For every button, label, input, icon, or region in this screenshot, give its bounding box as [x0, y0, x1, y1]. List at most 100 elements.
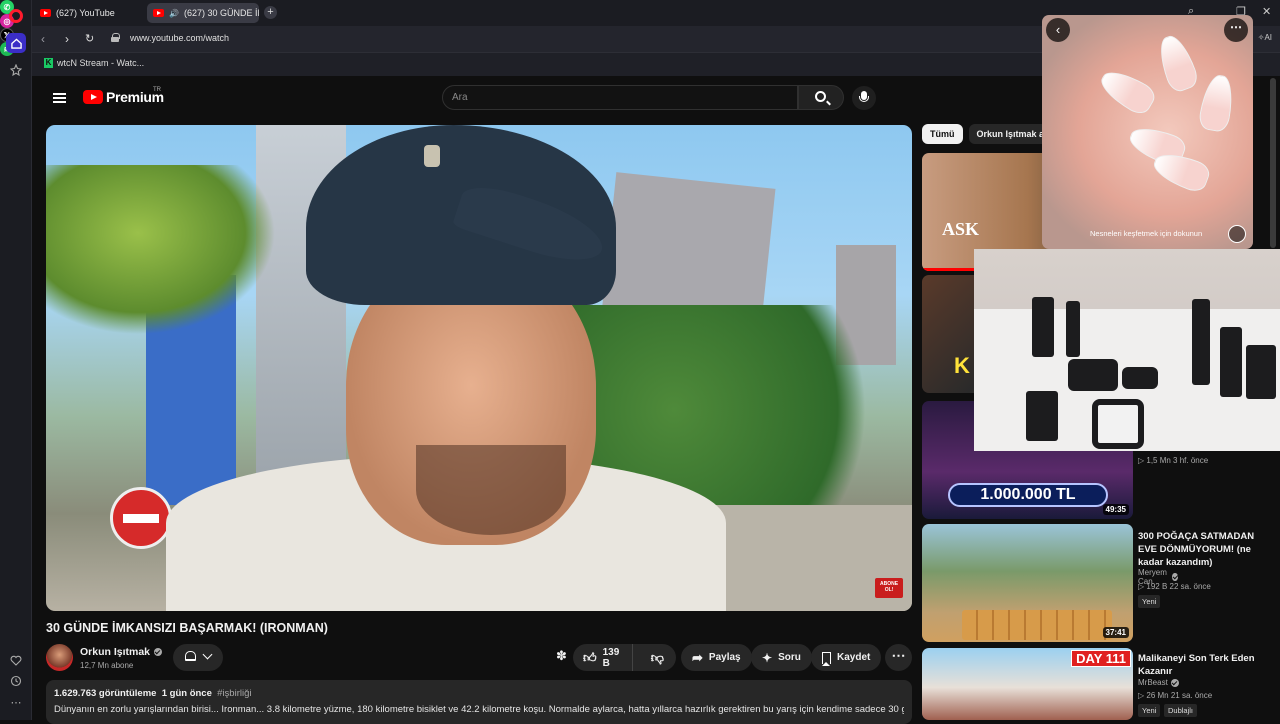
- tab-youtube[interactable]: (627) YouTube: [34, 3, 144, 23]
- product-jar: [1068, 359, 1118, 391]
- opera-logo-icon[interactable]: [9, 9, 23, 23]
- thumbnail-text: DAY 111: [1071, 650, 1131, 667]
- close-window-icon[interactable]: ✕: [1262, 5, 1271, 18]
- super-thanks-icon[interactable]: ✽: [556, 648, 570, 663]
- video-player[interactable]: ABONE OL!: [46, 125, 912, 611]
- more-icon: ⋯: [891, 647, 906, 663]
- bell-icon: [185, 651, 196, 661]
- tab-current-video[interactable]: 🔊 (627) 30 GÜNDE İMKA...: [147, 3, 259, 23]
- youtube-logo-icon: [83, 90, 103, 104]
- recommendation-item[interactable]: 37:41 300 POĞAÇA SATMADAN EVE DÖNMÜYORUM…: [922, 524, 1254, 644]
- video-title[interactable]: 300 POĞAÇA SATMADAN EVE DÖNMÜYORUM! (ne …: [1138, 530, 1263, 569]
- share-icon: ➦: [692, 649, 703, 665]
- product-jar: [1122, 367, 1158, 389]
- video-title: 30 GÜNDE İMKANSIZI BAŞARMAK! (IRONMAN): [46, 621, 328, 635]
- product-bottle: [1026, 391, 1058, 441]
- mic-icon: [859, 91, 869, 102]
- watch-progress-bar: [922, 268, 982, 271]
- filter-chips: Tümü Orkun Işıtmak a: [922, 124, 1053, 144]
- thumbs-down-icon: 👎︎: [650, 649, 664, 665]
- hashtag-link[interactable]: #işbirliği: [217, 688, 251, 699]
- home-icon[interactable]: [6, 33, 26, 53]
- opera-sidebar: ✆ ◎ 𝕏 ≋ ⋯: [0, 0, 32, 720]
- star-icon[interactable]: [6, 60, 26, 80]
- search-button[interactable]: [798, 85, 844, 110]
- verified-icon: [1172, 573, 1178, 581]
- search-icon: [815, 91, 826, 102]
- pip-video-nails[interactable]: [1042, 15, 1253, 249]
- bookmark-wtcn[interactable]: K wtcN Stream - Watc...: [44, 58, 144, 68]
- video-stats: ▷ 192 B 22 sa. önce: [1138, 582, 1211, 591]
- new-tab-button[interactable]: +: [264, 6, 277, 19]
- dislike-button[interactable]: 👎︎: [639, 644, 676, 671]
- product-bottle: [1192, 299, 1210, 385]
- video-thumbnail[interactable]: DAY 111: [922, 648, 1133, 720]
- channel-name[interactable]: MrBeast: [1138, 678, 1179, 687]
- thumbnail-text: ASK: [942, 219, 980, 239]
- thumbnail-pastries: [962, 610, 1112, 640]
- scrollbar[interactable]: [1270, 78, 1276, 248]
- pip-more-button[interactable]: ⋯: [1224, 18, 1248, 42]
- save-button[interactable]: Kaydet: [811, 644, 882, 671]
- url-field[interactable]: www.youtube.com/watch: [130, 33, 229, 43]
- product-bottle: [1246, 345, 1276, 399]
- video-thumbnail[interactable]: 37:41: [922, 524, 1133, 642]
- chip-all[interactable]: Tümü: [922, 124, 963, 144]
- chevron-down-icon: [202, 649, 213, 660]
- more-actions-button[interactable]: ⋯: [885, 644, 912, 671]
- video-duration: 37:41: [1102, 627, 1129, 638]
- back-icon[interactable]: ‹: [41, 32, 45, 46]
- description-box[interactable]: 1.629.763 görüntüleme 1 gün önce #işbirl…: [46, 680, 912, 724]
- ask-label: Soru: [778, 652, 801, 663]
- scene-palm: [46, 165, 276, 335]
- reload-icon[interactable]: ↻: [85, 32, 94, 45]
- video-stats: ▷ 1,5 Mn 3 hf. önce: [1138, 456, 1209, 465]
- voice-search-button[interactable]: [852, 86, 876, 110]
- pip-back-button[interactable]: ‹: [1046, 18, 1070, 42]
- cap-logo: [424, 145, 440, 167]
- region-label: TR: [153, 87, 161, 93]
- product-jar: [1092, 399, 1144, 449]
- channel-name[interactable]: Orkun Işıtmak: [80, 646, 163, 658]
- search-input[interactable]: Ara: [442, 85, 798, 110]
- description-text: Dünyanın en zorlu yarışlarından birisi..…: [54, 704, 904, 715]
- ai-button[interactable]: ✧AI: [1258, 33, 1272, 42]
- chip-channel[interactable]: Orkun Işıtmak a: [968, 124, 1053, 144]
- person-beard: [416, 445, 566, 535]
- like-button[interactable]: 👍︎ 139 B: [573, 644, 633, 671]
- save-label: Kaydet: [837, 652, 871, 663]
- more-icon[interactable]: ⋯: [6, 692, 26, 712]
- forward-icon[interactable]: ›: [65, 32, 69, 46]
- sparkle-icon: ✦: [762, 650, 773, 665]
- subscribed-bell-button[interactable]: [173, 644, 223, 671]
- like-count: 139 B: [602, 646, 620, 669]
- subscriber-count: 12,7 Mn abone: [80, 661, 134, 670]
- video-title[interactable]: Malikaneyi Son Terk Eden Kazanır: [1138, 652, 1263, 678]
- search-placeholder: Ara: [452, 92, 468, 103]
- dubbed-badge: Dublajlı: [1164, 704, 1198, 717]
- pip-hint-text: Nesneleri keşfetmek için dokunun: [1090, 229, 1203, 238]
- ask-button[interactable]: ✦ Soru: [751, 644, 812, 671]
- bookmark-icon: [822, 651, 831, 666]
- youtube-favicon-icon: [40, 9, 51, 17]
- nail-shape: [1153, 31, 1201, 95]
- wtcn-favicon-icon: K: [44, 58, 53, 68]
- share-label: Paylaş: [708, 652, 741, 663]
- recommendation-item[interactable]: DAY 111 Malikaneyi Son Terk Eden Kazanır…: [922, 648, 1255, 720]
- menu-icon[interactable]: [53, 93, 66, 103]
- lens-refresh-icon[interactable]: [1228, 225, 1246, 243]
- subscribe-overlay-badge[interactable]: ABONE OL!: [875, 578, 903, 598]
- speaker-icon: 🔊: [169, 8, 179, 18]
- heart-icon[interactable]: [6, 650, 26, 670]
- product-bottle: [1066, 301, 1080, 357]
- share-button[interactable]: ➦ Paylaş: [681, 644, 752, 671]
- history-icon[interactable]: [6, 671, 26, 691]
- youtube-logo[interactable]: Premium: [83, 89, 164, 105]
- thumbnail-text: K: [954, 353, 970, 378]
- upload-date: 1 gün önce: [161, 688, 212, 699]
- thumbs-up-icon: 👍︎: [583, 649, 597, 665]
- pip-video-products[interactable]: [974, 249, 1280, 451]
- description-meta: 1.629.763 görüntüleme 1 gün önce #işbirl…: [54, 688, 904, 699]
- channel-avatar[interactable]: [46, 644, 73, 671]
- nail-shape: [1197, 72, 1237, 134]
